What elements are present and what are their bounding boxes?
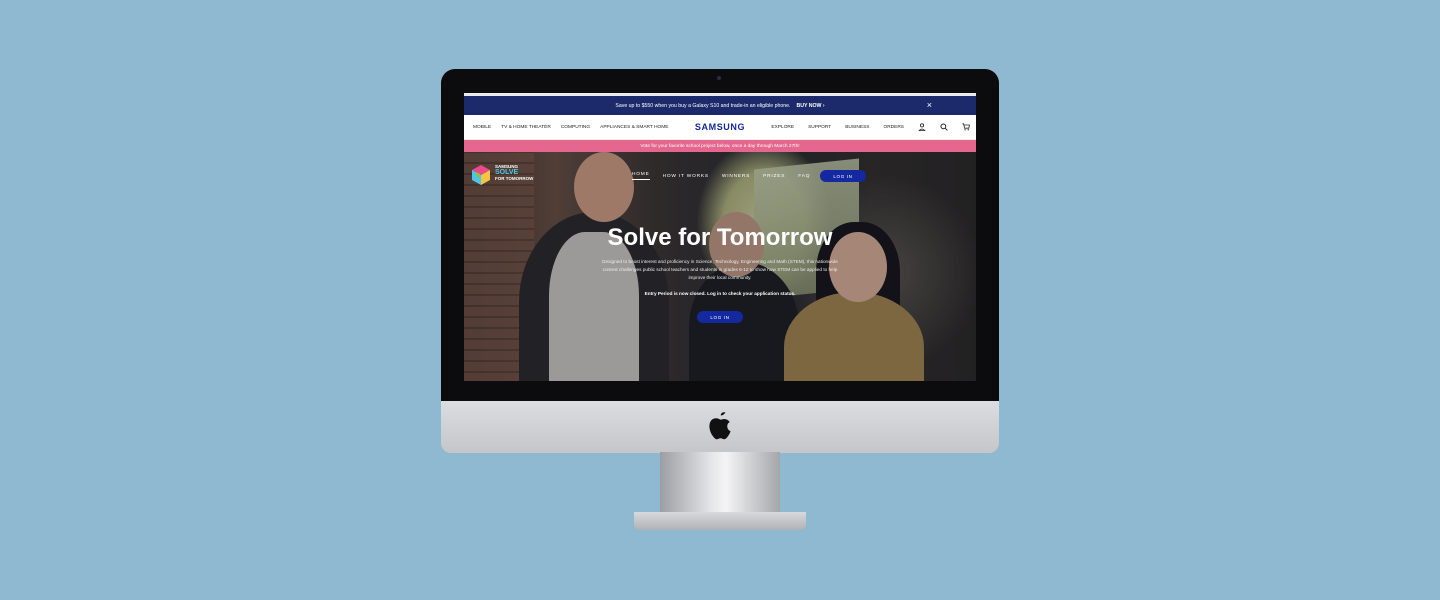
nav-left-menu: MOBILE TV & HOME THEATER COMPUTING APPLI… (464, 125, 668, 130)
logo-line-for-tomorrow: FOR TOMORROW (495, 176, 534, 181)
global-navigation: MOBILE TV & HOME THEATER COMPUTING APPLI… (464, 115, 976, 140)
tab-home[interactable]: HOME (632, 172, 650, 180)
nav-item-support[interactable]: SUPPORT (808, 125, 831, 130)
tab-prizes[interactable]: PRIZES (763, 174, 785, 179)
search-icon[interactable] (940, 123, 948, 131)
samsung-logo[interactable]: SAMSUNG (695, 122, 745, 132)
cart-icon[interactable] (962, 123, 970, 131)
nav-item-appliances[interactable]: APPLIANCES & SMART HOME (600, 125, 668, 130)
imac-stand (660, 452, 780, 518)
tab-how-it-works[interactable]: HOW IT WORKS (663, 174, 709, 179)
hero-description: Designed to boost interest and proficien… (602, 259, 838, 280)
hero-navigation: HOME HOW IT WORKS WINNERS PRIZES FAQ (632, 172, 810, 180)
hero-title: Solve for Tomorrow (607, 224, 833, 251)
entry-period-note: Entry Period is now closed. Log in to ch… (644, 291, 796, 296)
logo-line-solve: SOLVE (495, 169, 519, 176)
nav-item-mobile[interactable]: MOBILE (473, 125, 491, 130)
nav-item-orders[interactable]: ORDERS (883, 125, 904, 130)
nav-item-explore[interactable]: EXPLORE (771, 125, 794, 130)
nav-item-business[interactable]: BUSINESS (845, 125, 869, 130)
tab-faq[interactable]: FAQ (798, 174, 810, 179)
browser-screen: Save up to $550 when you buy a Galaxy S1… (464, 93, 976, 381)
promo-text: Save up to $550 when you buy a Galaxy S1… (615, 102, 791, 109)
logo-wordmark: SAMSUNG SOLVE FOR TOMORROW (495, 164, 533, 181)
vote-announcement-bar: Vote for your favorite school project be… (464, 140, 976, 152)
promo-banner: Save up to $550 when you buy a Galaxy S1… (464, 96, 976, 115)
nav-right-menu: EXPLORE SUPPORT BUSINESS ORDERS (771, 115, 970, 139)
solve-for-tomorrow-logo[interactable]: SAMSUNG SOLVE FOR TOMORROW (470, 164, 533, 186)
hero-login-button[interactable]: LOG IN (697, 311, 743, 323)
cube-logo-icon (472, 165, 490, 185)
imac-stand-foot (634, 512, 806, 530)
hero-section: SAMSUNG SOLVE FOR TOMORROW HOME HOW IT W… (464, 152, 976, 381)
buy-now-link[interactable]: BUY NOW › (796, 103, 824, 109)
account-icon[interactable] (918, 123, 926, 131)
close-icon[interactable]: × (927, 100, 932, 110)
nav-login-button[interactable]: LOG IN (820, 170, 866, 182)
nav-item-computing[interactable]: COMPUTING (561, 125, 590, 130)
camera-dot (717, 76, 721, 80)
nav-item-tv-home-theater[interactable]: TV & HOME THEATER (501, 125, 551, 130)
apple-logo-icon (709, 412, 731, 440)
vote-text: Vote for your favorite school project be… (640, 143, 800, 149)
tab-winners[interactable]: WINNERS (722, 174, 750, 179)
